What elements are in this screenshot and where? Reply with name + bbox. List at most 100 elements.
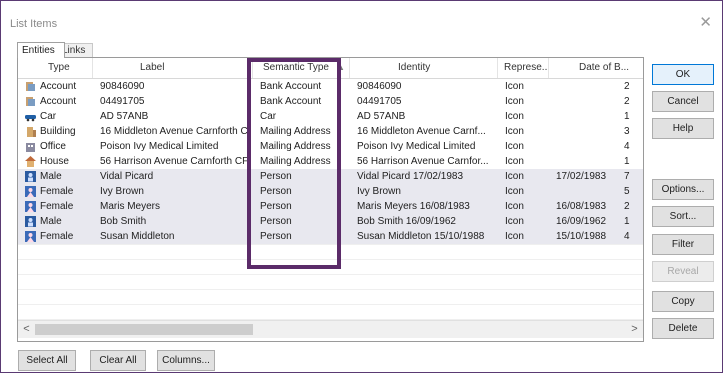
column-header-identity[interactable]: Identity: [350, 58, 498, 78]
cell-dob: 17/02/1983: [556, 171, 607, 182]
cell-semantic: Car: [260, 111, 277, 122]
bank-account-icon: [25, 81, 36, 92]
cell-rep: Icon: [505, 156, 524, 167]
cell-dob: [556, 184, 621, 199]
filter-button[interactable]: Filter: [652, 234, 714, 255]
cell-identity: Bob Smith 16/09/1962: [357, 216, 456, 227]
close-icon[interactable]: ✕: [699, 13, 712, 31]
cell-rep: Icon: [505, 96, 524, 107]
entities-list[interactable]: Type Label Semantic Type ▲ Identity Repre…: [17, 57, 644, 342]
scrollbar-thumb[interactable]: [35, 324, 253, 335]
reveal-button: Reveal: [652, 261, 714, 282]
select-all-button[interactable]: Select All: [18, 350, 76, 371]
cell-type: Building: [40, 126, 76, 137]
cell-type: Male: [40, 171, 62, 182]
cell-identity: 16 Middleton Avenue Carnf...: [357, 126, 486, 137]
cell-identity: 56 Harrison Avenue Carnfor...: [357, 156, 489, 167]
cell-rep: Icon: [505, 126, 524, 137]
cell-rep: Icon: [505, 231, 524, 242]
bank-account-icon: [25, 96, 36, 107]
copy-button[interactable]: Copy: [652, 291, 714, 312]
cell-semantic: Person: [260, 171, 292, 182]
cell-label: Maris Meyers: [100, 201, 161, 212]
cell-semantic: Person: [260, 216, 292, 227]
cell-extra: 7: [624, 171, 630, 182]
cell-type: Male: [40, 216, 62, 227]
cell-dob: 15/10/1988: [556, 231, 607, 242]
delete-button[interactable]: Delete: [652, 318, 714, 339]
table-row[interactable]: Female Ivy Brown Person Ivy Brown Icon 5: [18, 184, 643, 199]
table-row[interactable]: House 56 Harrison Avenue Carnforth CF34T M…: [18, 154, 643, 169]
cell-type: Office: [40, 141, 66, 152]
empty-row-line: [18, 244, 643, 245]
cell-semantic: Mailing Address: [260, 156, 331, 167]
cell-extra: 2: [624, 201, 630, 212]
empty-row-line: [18, 289, 643, 290]
list-items-dialog: List Items ✕ Entities Links Type Label S…: [0, 0, 723, 373]
cell-rep: Icon: [505, 171, 524, 182]
cell-identity: 04491705: [357, 96, 402, 107]
table-row[interactable]: Account 90846090 Bank Account 90846090 Icon 2: [18, 79, 643, 94]
column-header-type[interactable]: Type: [18, 58, 93, 78]
empty-row-line: [18, 304, 643, 305]
cell-dob: 16/09/1962: [556, 216, 607, 227]
table-row[interactable]: Account 04491705 Bank Account 04491705 Icon 2: [18, 94, 643, 109]
cell-identity: Vidal Picard 17/02/1983: [357, 171, 464, 182]
column-header-representation[interactable]: Represe...: [498, 58, 549, 78]
scroll-right-icon[interactable]: >: [626, 321, 643, 338]
table-row[interactable]: Female Susan Middleton Person Susan Middlet…: [18, 229, 643, 244]
table-row[interactable]: Office Poison Ivy Medical Limited Mailing …: [18, 139, 643, 154]
person-female-icon: [25, 201, 36, 212]
cell-semantic: Person: [260, 231, 292, 242]
cell-semantic: Mailing Address: [260, 126, 331, 137]
columns-button[interactable]: Columns...: [157, 350, 215, 371]
options-button[interactable]: Options...: [652, 179, 714, 200]
column-header-semantic-type[interactable]: Semantic Type ▲: [253, 58, 350, 78]
ok-button[interactable]: OK: [652, 64, 714, 85]
empty-row-line: [18, 274, 643, 275]
cell-dob: [556, 139, 621, 154]
cell-identity: Ivy Brown: [357, 186, 401, 197]
sort-ascending-icon: ▲: [336, 63, 345, 72]
cell-extra: 5: [624, 186, 630, 197]
tab-entities[interactable]: Entities: [17, 42, 65, 58]
column-header-date-of-birth[interactable]: Date of B...: [549, 58, 643, 78]
house-icon: [25, 156, 36, 167]
table-row[interactable]: Male Vidal Picard Person Vidal Picard 17/02…: [18, 169, 643, 184]
cell-rep: Icon: [505, 81, 524, 92]
column-header-label[interactable]: Label: [93, 58, 253, 78]
car-icon: [25, 111, 36, 122]
list-header: Type Label Semantic Type ▲ Identity Repre…: [18, 58, 643, 79]
cell-rep: Icon: [505, 201, 524, 212]
empty-row-line: [18, 259, 643, 260]
cell-label: AD 57ANB: [100, 111, 149, 122]
cell-label: Susan Middleton: [100, 231, 175, 242]
help-button[interactable]: Help: [652, 118, 714, 139]
cell-extra: 2: [624, 81, 630, 92]
cell-identity: Susan Middleton 15/10/1988: [357, 231, 485, 242]
cell-dob: [556, 124, 621, 139]
cell-label: Ivy Brown: [100, 186, 144, 197]
cell-type: Female: [40, 186, 74, 197]
dialog-title: List Items: [10, 18, 58, 30]
table-row[interactable]: Female Maris Meyers Person Maris Meyers 16/…: [18, 199, 643, 214]
horizontal-scrollbar[interactable]: < >: [18, 320, 643, 338]
table-row[interactable]: Male Bob Smith Person Bob Smith 16/09/1962 I…: [18, 214, 643, 229]
cell-identity: Maris Meyers 16/08/1983: [357, 201, 470, 212]
table-row[interactable]: Building 16 Middleton Avenue Carnforth CF…: [18, 124, 643, 139]
clear-all-button[interactable]: Clear All: [90, 350, 146, 371]
cell-rep: Icon: [505, 111, 524, 122]
cell-label: 90846090: [100, 81, 145, 92]
sort-button[interactable]: Sort...: [652, 206, 714, 227]
office-icon: [25, 141, 36, 152]
person-male-icon: [25, 216, 36, 227]
cell-dob: [556, 79, 621, 94]
scroll-left-icon[interactable]: <: [18, 321, 35, 338]
table-row[interactable]: Car AD 57ANB Car AD 57ANB Icon 1: [18, 109, 643, 124]
cell-dob: 16/08/1983: [556, 201, 607, 212]
cell-semantic: Bank Account: [260, 81, 322, 92]
cell-rep: Icon: [505, 186, 524, 197]
cell-type: Female: [40, 231, 74, 242]
cell-extra: 4: [624, 141, 630, 152]
cancel-button[interactable]: Cancel: [652, 91, 714, 112]
